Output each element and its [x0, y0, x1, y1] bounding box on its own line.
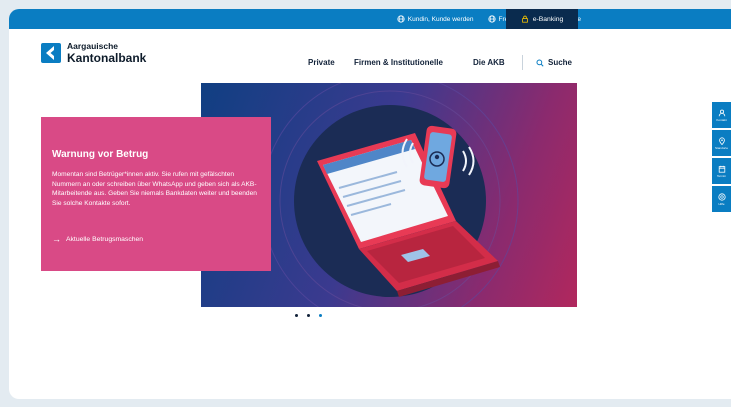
logo-mark-icon [41, 42, 61, 63]
sidebar-button-locations[interactable]: Standorte [712, 130, 731, 156]
sidebar-button-help[interactable]: Hilfe [712, 186, 731, 212]
ebanking-button[interactable]: e-Banking [506, 9, 578, 29]
page: Kundin, Kunde werden Freizeitportal Märk… [9, 9, 731, 399]
sidebar-button-label: Standorte [714, 145, 728, 150]
fraud-warning-card: Warnung vor Betrug Momentan sind Betrüge… [41, 117, 271, 271]
nav-item-about[interactable]: Die AKB [473, 58, 505, 67]
search-label: Suche [548, 58, 573, 67]
logo-line-2: Kantonalbank [67, 50, 147, 65]
search-icon [536, 58, 544, 67]
lock-icon [521, 15, 528, 23]
carousel-dot-3[interactable] [319, 314, 322, 317]
logo-line-1: Aargauische [67, 41, 119, 51]
logo-text: Aargauische Kantonalbank [67, 42, 146, 64]
sidebar-button-label: Hilfe [718, 201, 725, 206]
ebanking-label: e-Banking [532, 15, 564, 23]
location-icon [718, 136, 725, 145]
sidebar-button-label: Termin [716, 173, 726, 178]
nav-item-private[interactable]: Private [308, 58, 335, 67]
promo-link-label: Aktuelle Betrugsmaschen [66, 235, 144, 243]
sidebar-button-label: Kontakt [716, 117, 727, 122]
sidebar-button-contact[interactable]: Kontakt [712, 102, 731, 128]
top-link-become-client[interactable]: Kundin, Kunde werden [397, 15, 474, 23]
carousel-dot-2[interactable] [307, 314, 310, 317]
sidebar-button-appointment[interactable]: Termin [712, 158, 731, 184]
promo-link[interactable]: → Aktuelle Betrugsmaschen [52, 234, 144, 244]
arrow-right-icon: → [52, 234, 61, 244]
person-icon [718, 109, 725, 116]
calendar-icon [718, 165, 725, 173]
top-bar: Kundin, Kunde werden Freizeitportal Märk… [9, 9, 731, 29]
nav-item-business[interactable]: Firmen & Institutionelle [354, 58, 443, 67]
search-button[interactable]: Suche [536, 58, 572, 67]
globe-icon [487, 15, 496, 23]
carousel-dot-1[interactable] [295, 314, 298, 317]
globe-icon [397, 15, 405, 23]
top-link-label: Kundin, Kunde werden [407, 15, 474, 23]
carousel-dots [295, 314, 331, 317]
help-icon [717, 192, 726, 201]
promo-body: Momentan sind Betrüger*innen aktiv. Sie … [52, 171, 257, 207]
promo-title: Warnung vor Betrug [52, 149, 149, 160]
quick-access-sidebar: Kontakt Standorte Termin Hilfe [712, 102, 731, 214]
nav-divider [522, 55, 523, 70]
bank-logo[interactable]: Aargauische Kantonalbank [41, 42, 146, 64]
